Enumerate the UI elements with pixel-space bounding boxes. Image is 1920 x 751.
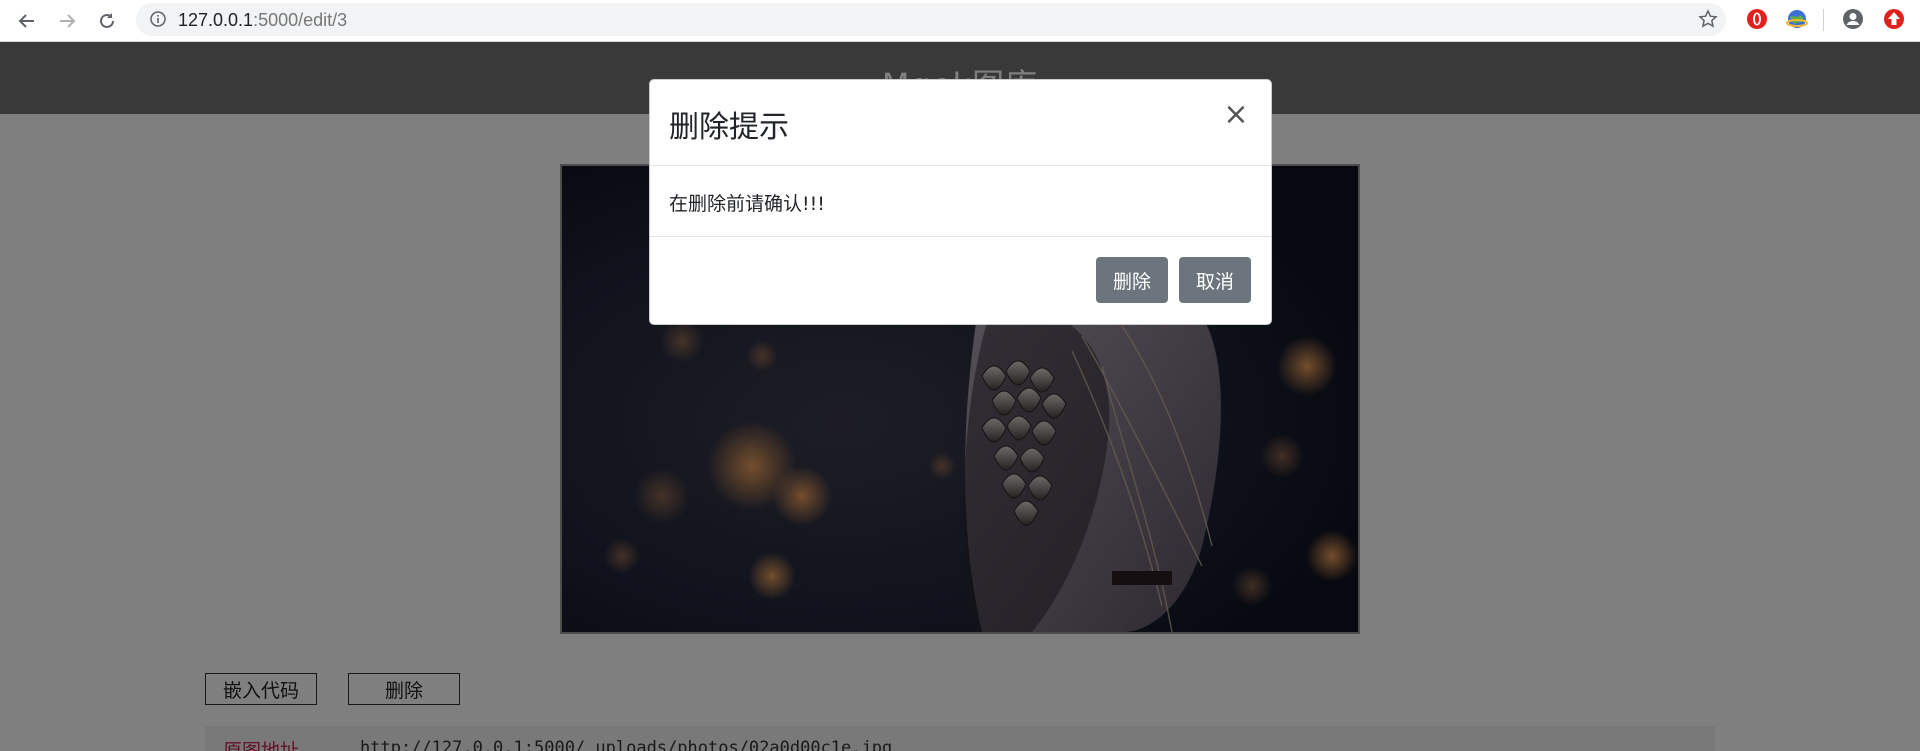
- modal-header: 删除提示 ×: [650, 80, 1271, 166]
- opera-extension-icon[interactable]: [1744, 6, 1770, 32]
- profile-icon[interactable]: [1840, 6, 1866, 32]
- star-icon[interactable]: [1698, 9, 1718, 34]
- modal-body: 在删除前请确认!!!: [650, 167, 1271, 237]
- address-bar[interactable]: 127.0.0.1:5000/edit/3: [136, 3, 1726, 36]
- update-icon[interactable]: [1881, 6, 1907, 32]
- modal-delete-button[interactable]: 删除: [1096, 257, 1168, 303]
- delete-confirm-modal: 删除提示 × 在删除前请确认!!! 删除 取消: [649, 79, 1272, 325]
- modal-message: 在删除前请确认!!!: [669, 193, 825, 215]
- back-icon[interactable]: [12, 6, 42, 36]
- url-host: 127.0.0.1: [178, 10, 254, 30]
- close-icon[interactable]: ×: [1221, 100, 1251, 130]
- globe-extension-icon[interactable]: [1784, 6, 1810, 32]
- toolbar-separator: [1823, 9, 1824, 31]
- browser-toolbar: 127.0.0.1:5000/edit/3: [0, 0, 1920, 42]
- reload-icon[interactable]: [92, 6, 122, 36]
- url-path: :5000/edit/3: [253, 10, 348, 30]
- modal-cancel-button[interactable]: 取消: [1179, 257, 1251, 303]
- modal-title: 删除提示: [669, 110, 789, 145]
- forward-icon[interactable]: [52, 6, 82, 36]
- url-text: 127.0.0.1:5000/edit/3: [178, 10, 347, 31]
- info-icon[interactable]: [150, 11, 166, 32]
